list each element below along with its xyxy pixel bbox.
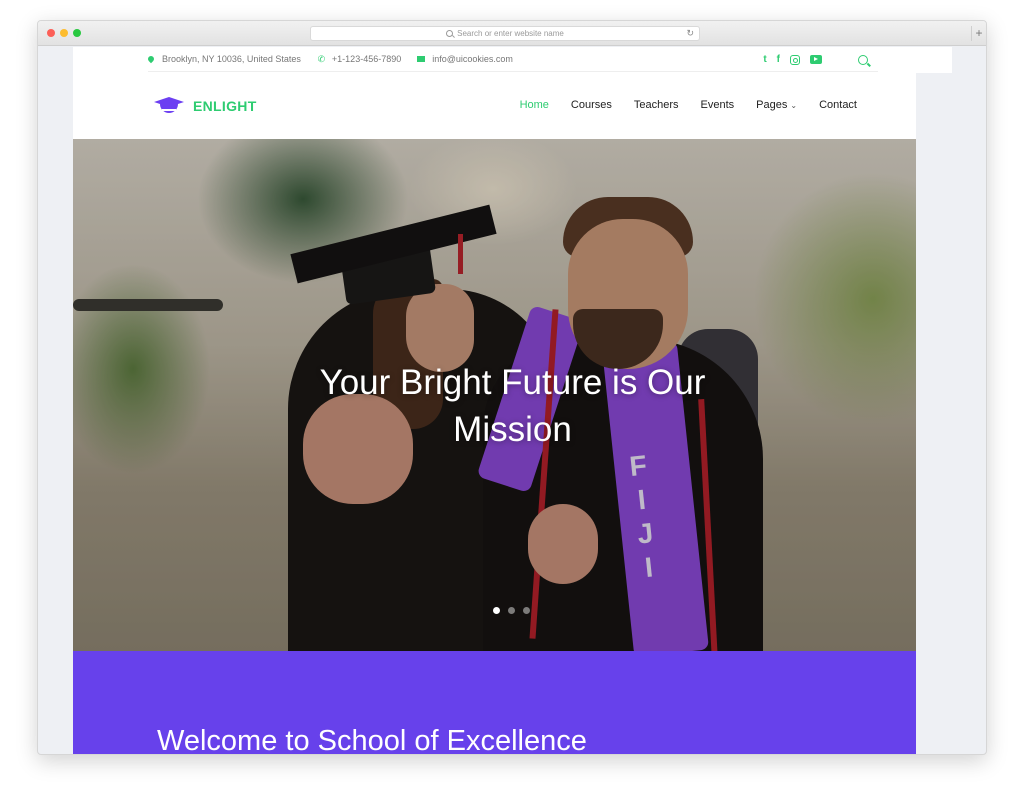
web-page: Brooklyn, NY 10036, United States ✆ +1-1… <box>73 47 952 755</box>
social-links: t f <box>753 47 868 72</box>
address-info: Brooklyn, NY 10036, United States <box>146 54 301 64</box>
close-window-button[interactable] <box>47 29 55 37</box>
youtube-icon[interactable] <box>810 55 822 64</box>
main-menu: Home Courses Teachers Events Pages ⌄ Cont… <box>498 99 857 111</box>
welcome-section: Welcome to School of Excellence <box>73 651 952 755</box>
site-search-icon[interactable] <box>858 54 868 65</box>
slider-dot-2[interactable] <box>508 607 515 614</box>
phone-icon: ✆ <box>317 53 326 64</box>
slider-dot-3[interactable] <box>523 607 530 614</box>
page-side-gutter <box>916 73 952 754</box>
browser-window: Search or enter website name ↻ + Brookly… <box>37 20 987 755</box>
hero-title: Your Bright Future is Our Mission <box>73 359 952 453</box>
hero-title-line-2: Mission <box>453 410 572 449</box>
twitter-icon[interactable]: t <box>763 54 766 65</box>
slider-dot-1[interactable] <box>493 607 500 614</box>
hero-slider: FIJI Your Bright Future is Our Mission <box>73 139 952 651</box>
reload-icon[interactable]: ↻ <box>686 28 694 39</box>
phone-info: ✆ +1-123-456-7890 <box>317 53 402 65</box>
maximize-window-button[interactable] <box>73 29 81 37</box>
mail-icon <box>417 56 426 62</box>
nav-item-teachers[interactable]: Teachers <box>634 99 679 111</box>
nav-item-home[interactable]: Home <box>520 99 549 111</box>
instagram-icon[interactable] <box>790 54 800 65</box>
location-pin-icon <box>146 54 156 64</box>
email-info: info@uicookies.com <box>417 54 513 64</box>
address-bar[interactable]: Search or enter website name ↻ <box>310 26 700 41</box>
chevron-down-icon: ⌄ <box>790 101 798 110</box>
hero-title-line-1: Your Bright Future is Our <box>319 363 706 402</box>
graduation-cap-icon <box>151 95 187 117</box>
top-info-bar: Brooklyn, NY 10036, United States ✆ +1-1… <box>146 47 878 72</box>
address-text: Brooklyn, NY 10036, United States <box>162 54 301 64</box>
slider-dots <box>493 607 538 614</box>
nav-item-events[interactable]: Events <box>701 99 735 111</box>
nav-item-pages-label: Pages <box>756 99 788 111</box>
minimize-window-button[interactable] <box>60 29 68 37</box>
nav-item-pages[interactable]: Pages ⌄ <box>756 99 797 111</box>
phone-text[interactable]: +1-123-456-7890 <box>332 54 401 64</box>
address-bar-placeholder: Search or enter website name <box>457 29 564 38</box>
nav-item-contact[interactable]: Contact <box>819 99 857 111</box>
site-logo[interactable]: ENLIGHT <box>151 95 257 117</box>
new-tab-button[interactable]: + <box>971 26 986 41</box>
email-text[interactable]: info@uicookies.com <box>432 54 513 64</box>
search-icon <box>446 30 454 37</box>
nav-item-courses[interactable]: Courses <box>571 99 612 111</box>
facebook-icon[interactable]: f <box>777 54 780 65</box>
browser-titlebar: Search or enter website name ↻ + <box>38 21 986 46</box>
welcome-heading: Welcome to School of Excellence <box>157 725 587 755</box>
brand-name: ENLIGHT <box>193 98 257 114</box>
main-navbar: ENLIGHT Home Courses Teachers Events Pag… <box>73 73 952 139</box>
